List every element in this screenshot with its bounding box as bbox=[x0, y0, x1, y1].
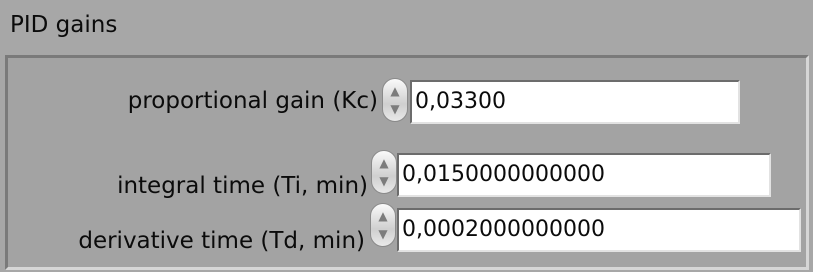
integral-time-field[interactable]: 0,0150000000000 bbox=[397, 153, 771, 197]
numeric-stepper[interactable]: ▲ ▼ bbox=[371, 150, 397, 194]
pid-gains-panel: PID gains proportional gain (Kc) ▲ ▼ 0,0… bbox=[0, 0, 813, 272]
numeric-stepper[interactable]: ▲ ▼ bbox=[370, 203, 396, 247]
numeric-stepper[interactable]: ▲ ▼ bbox=[382, 78, 408, 122]
increment-arrow-icon[interactable]: ▲ bbox=[371, 206, 395, 226]
pid-gains-cluster: proportional gain (Kc) ▲ ▼ 0,03300 integ… bbox=[5, 55, 809, 270]
cluster-title: PID gains bbox=[10, 12, 118, 38]
decrement-arrow-icon[interactable]: ▼ bbox=[371, 224, 395, 244]
increment-arrow-icon[interactable]: ▲ bbox=[372, 153, 396, 173]
derivative-time-field[interactable]: 0,0002000000000 bbox=[397, 208, 801, 252]
decrement-arrow-icon[interactable]: ▼ bbox=[372, 171, 396, 191]
control-label: integral time (Ti, min) bbox=[117, 173, 368, 199]
increment-arrow-icon[interactable]: ▲ bbox=[383, 81, 407, 101]
control-label: proportional gain (Kc) bbox=[127, 88, 378, 114]
control-label: derivative time (Td, min) bbox=[78, 228, 365, 254]
decrement-arrow-icon[interactable]: ▼ bbox=[383, 99, 407, 119]
proportional-gain-field[interactable]: 0,03300 bbox=[410, 80, 740, 124]
